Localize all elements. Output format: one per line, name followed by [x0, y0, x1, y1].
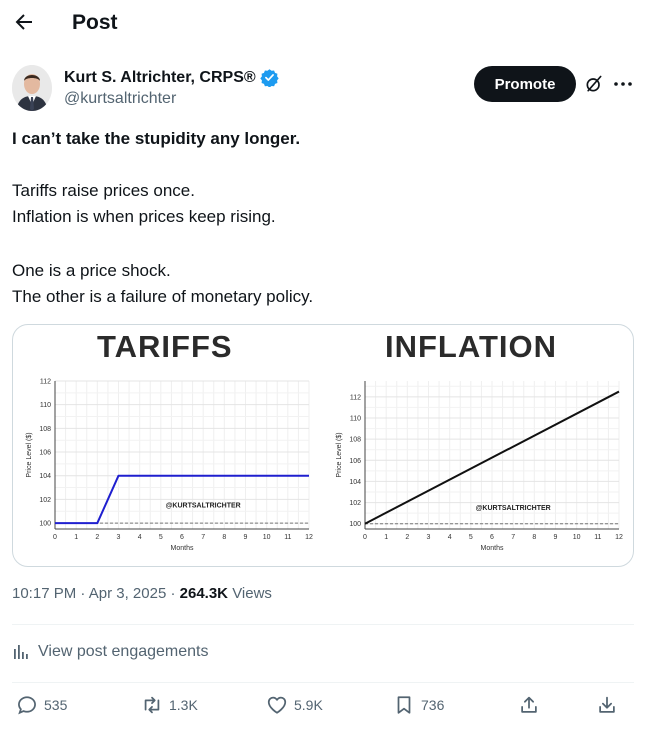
x-axis-label: Months	[171, 545, 194, 552]
view-engagements-link[interactable]: View post engagements	[12, 643, 208, 661]
repost-icon	[144, 696, 160, 714]
x-tick-label: 8	[222, 534, 226, 541]
x-tick-label: 8	[532, 534, 536, 541]
author-name-row[interactable]: Kurt S. Altrichter, CRPS®	[64, 68, 279, 87]
more-options-icon[interactable]	[612, 74, 634, 94]
y-tick-label: 102	[39, 497, 51, 504]
x-tick-label: 2	[95, 534, 99, 541]
bookmark-button[interactable]: 736	[393, 694, 444, 716]
meta-separator: ·	[80, 585, 89, 602]
y-tick-label: 110	[350, 416, 361, 423]
watermark-text: @KURTSALTRICHTER	[476, 505, 551, 512]
post-time[interactable]: 10:17 PM	[12, 585, 76, 602]
grok-icon[interactable]	[584, 74, 604, 94]
x-axis-label: Months	[481, 545, 504, 552]
y-tick-label: 108	[39, 426, 51, 433]
y-axis-label: Price Level ($)	[26, 432, 33, 477]
post-meta: 10:17 PM · Apr 3, 2025 · 264.3K Views	[12, 585, 272, 602]
views-label: Views	[232, 585, 272, 602]
x-tick-label: 9	[244, 534, 248, 541]
like-count: 5.9K	[294, 697, 323, 713]
x-tick-label: 7	[511, 534, 515, 541]
post-text-line: The other is a failure of monetary polic…	[12, 287, 314, 306]
x-tick-label: 10	[573, 534, 581, 541]
views-count: 264.3K	[179, 585, 229, 602]
y-tick-label: 104	[39, 473, 51, 480]
post-text-line: I can’t take the stupidity any longer.	[12, 129, 301, 148]
repost-button[interactable]: 1.3K	[141, 694, 198, 716]
post-text-line: Tariffs raise prices once.	[12, 181, 195, 200]
y-tick-label: 112	[350, 394, 361, 401]
y-tick-label: 108	[349, 437, 361, 444]
reply-icon	[18, 696, 36, 715]
heart-icon	[267, 696, 287, 714]
tariffs-chart: 1001021041061081101120 1 2 3 4 5 6 7 8 9 10 11 12Mon…	[26, 379, 313, 553]
x-tick-label: 0	[53, 534, 57, 541]
x-tick-label: 6	[490, 534, 494, 541]
x-tick-label: 0	[363, 534, 367, 541]
like-button[interactable]: 5.9K	[266, 694, 323, 716]
author-name[interactable]: Kurt S. Altrichter, CRPS®	[64, 69, 256, 87]
top-bar: Post	[0, 0, 654, 48]
post-date[interactable]: Apr 3, 2025	[89, 585, 167, 602]
y-tick-label: 106	[349, 458, 361, 465]
y-tick-label: 112	[40, 379, 51, 386]
x-tick-label: 4	[138, 534, 142, 541]
x-tick-label: 11	[284, 534, 291, 541]
author-handle[interactable]: @kurtsaltrichter	[64, 90, 176, 108]
view-engagements-label[interactable]: View post engagements	[38, 643, 208, 661]
chart-title-tariffs: TARIFFS	[97, 329, 233, 364]
y-tick-label: 104	[349, 479, 361, 486]
bookmark-count: 736	[421, 697, 445, 713]
promote-button[interactable]: Promote	[474, 66, 576, 102]
bookmark-icon	[397, 696, 411, 714]
chart-title-inflation: INFLATION	[385, 329, 558, 364]
divider	[12, 624, 634, 625]
x-tick-label: 11	[594, 534, 601, 541]
meta-separator: ·	[170, 585, 180, 602]
x-tick-label: 3	[427, 534, 431, 541]
y-tick-label: 100	[349, 521, 361, 528]
x-tick-label: 9	[554, 534, 558, 541]
post-text-line: Inflation is when prices keep rising.	[12, 207, 276, 226]
page-title: Post	[72, 11, 118, 34]
post-text-line: One is a price shock.	[12, 261, 171, 280]
download-button[interactable]	[596, 694, 618, 716]
x-tick-label: 4	[448, 534, 452, 541]
download-icon	[599, 696, 615, 713]
x-tick-label: 5	[159, 534, 163, 541]
watermark-text: @KURTSALTRICHTER	[166, 503, 241, 510]
x-tick-label: 5	[469, 534, 473, 541]
y-tick-label: 102	[349, 500, 361, 507]
y-axis-label: Price Level ($)	[336, 432, 343, 477]
x-tick-label: 10	[263, 534, 271, 541]
y-tick-label: 110	[40, 402, 51, 409]
analytics-icon	[14, 645, 28, 659]
avatar[interactable]	[12, 65, 52, 111]
x-tick-label: 7	[201, 534, 205, 541]
x-tick-label: 1	[74, 534, 78, 541]
x-tick-label: 2	[405, 534, 409, 541]
x-tick-label: 12	[305, 534, 313, 541]
x-tick-label: 12	[615, 534, 623, 541]
x-tick-label: 3	[117, 534, 121, 541]
reply-count: 535	[44, 697, 68, 713]
y-tick-label: 100	[39, 521, 51, 528]
share-button[interactable]	[518, 694, 540, 716]
y-tick-label: 106	[39, 450, 51, 457]
share-icon	[521, 696, 537, 713]
divider	[12, 682, 634, 683]
inflation-chart: 1001021041061081101120 1 2 3 4 5 6 7 8 9 10 11 12Mon…	[336, 381, 623, 552]
verified-badge-icon	[259, 69, 279, 87]
x-tick-label: 6	[180, 534, 184, 541]
back-arrow-icon[interactable]	[12, 10, 36, 34]
post-media-image[interactable]: TARIFFS INFLATION 100 102 104 106 108 110 112 0…	[12, 324, 634, 567]
reply-button[interactable]: 535	[16, 694, 67, 716]
action-bar: 535 1.3K 5.9K 736	[0, 694, 654, 726]
repost-count: 1.3K	[169, 697, 198, 713]
x-tick-label: 1	[384, 534, 388, 541]
